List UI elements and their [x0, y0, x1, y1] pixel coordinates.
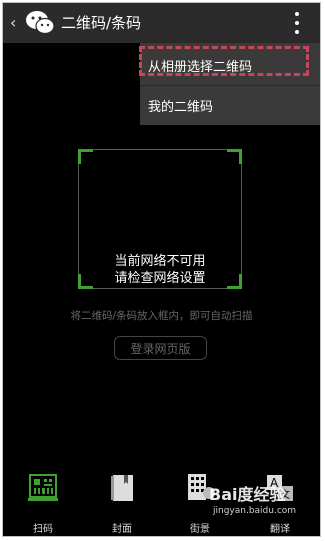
page-title: 二维码/条码: [61, 14, 142, 32]
qr-scan-icon: [28, 474, 58, 501]
overflow-menu: 从相册选择二维码 我的二维码: [139, 43, 320, 125]
back-button[interactable]: ‹: [10, 13, 16, 32]
tab-label: 翻译: [270, 524, 290, 535]
tab-scan[interactable]: 扫码: [18, 473, 68, 535]
status-line-1: 当前网络不可用: [114, 254, 206, 269]
scan-frame: 当前网络不可用 请检查网络设置: [78, 149, 242, 289]
more-vert-icon[interactable]: [294, 12, 300, 34]
status-line-2: 请检查网络设置: [114, 271, 206, 286]
network-status: 当前网络不可用 请检查网络设置: [79, 253, 241, 287]
tab-label: 街景: [190, 524, 210, 535]
highlight-annotation: [139, 46, 309, 76]
scan-corner: [78, 149, 93, 164]
watermark-url: jingyan.baidu.com: [213, 506, 297, 516]
book-icon: [111, 475, 133, 501]
login-web-button[interactable]: 登录网页版: [114, 336, 207, 360]
baidu-watermark: Bai度经验: [209, 485, 286, 504]
menu-item-my-qr-code[interactable]: 我的二维码: [140, 85, 320, 125]
phone-screen: ‹ 二维码/条码 从相册选择二维码 我的二维码 当前网络不可用 请检查网络设置: [2, 2, 321, 537]
tab-label: 扫码: [33, 524, 53, 535]
scan-corner: [227, 149, 242, 164]
menu-item-label: 我的二维码: [148, 100, 214, 115]
scan-hint: 将二维码/条码放入框内，即可自动扫描: [70, 310, 253, 322]
wechat-logo-icon: [26, 11, 55, 35]
top-bar: ‹ 二维码/条码: [3, 3, 320, 43]
tab-cover[interactable]: 封面: [97, 473, 147, 535]
tab-label: 封面: [112, 524, 132, 535]
